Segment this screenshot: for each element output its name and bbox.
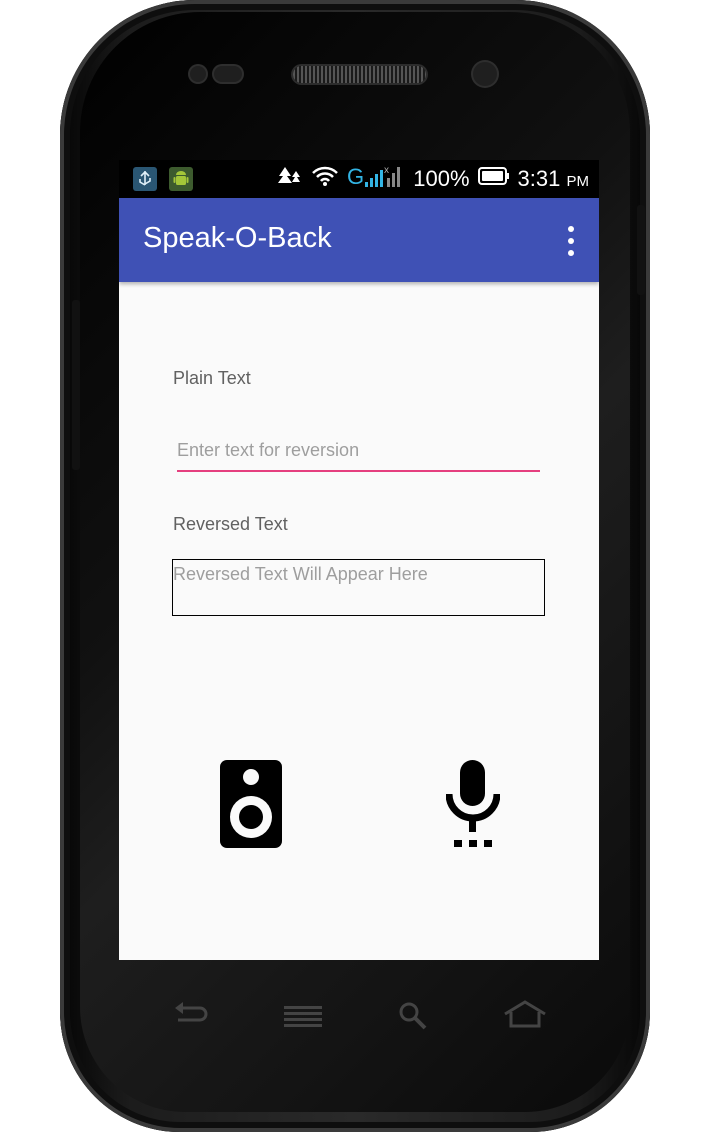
usb-icon [133,167,157,191]
reversed-text-value: Reversed Text Will Appear Here [173,564,428,584]
svg-text:x: x [384,165,389,176]
microphone-icon [445,760,501,847]
plain-text-input[interactable] [177,430,540,472]
reversed-text-output: Reversed Text Will Appear Here [172,559,545,616]
wifi-icon [311,165,339,193]
earpiece-speaker [293,66,426,83]
clock-suffix: PM [566,173,590,190]
search-key-icon[interactable] [397,1000,431,1035]
front-camera [473,62,497,86]
reversed-text-label: Reversed Text [173,514,288,534]
proximity-sensor [190,66,206,82]
overflow-dot [568,250,574,256]
power-button [637,205,645,295]
speak-button[interactable] [220,760,282,848]
listen-button[interactable] [445,760,501,848]
svg-text:G: G [347,164,364,189]
more-vert-icon[interactable] [565,226,577,256]
status-bar: Gx 100% 3:31 PM [119,160,599,198]
battery-percent: 100% [413,166,470,191]
back-key-icon[interactable] [172,1000,210,1035]
app-title: Speak-O-Back [143,222,332,254]
clock-time: 3:31 [517,166,561,191]
speaker-icon [220,760,282,848]
home-key-icon[interactable] [503,1000,547,1035]
android-debug-icon [169,167,193,191]
notification-trees-icon [277,165,303,193]
signal-icon: Gx [347,163,405,195]
screen: Gx 100% 3:31 PM Speak-O-Back Plain Text … [119,160,599,960]
app-bar: Speak-O-Back [119,198,599,282]
volume-button [72,300,80,470]
overflow-dot [568,226,574,232]
clock: 3:31 PM [518,166,589,192]
battery-icon [477,166,510,192]
overflow-dot [568,238,574,244]
plain-text-label: Plain Text [173,368,251,388]
menu-key-icon[interactable] [284,1000,324,1035]
light-sensor [214,66,242,82]
